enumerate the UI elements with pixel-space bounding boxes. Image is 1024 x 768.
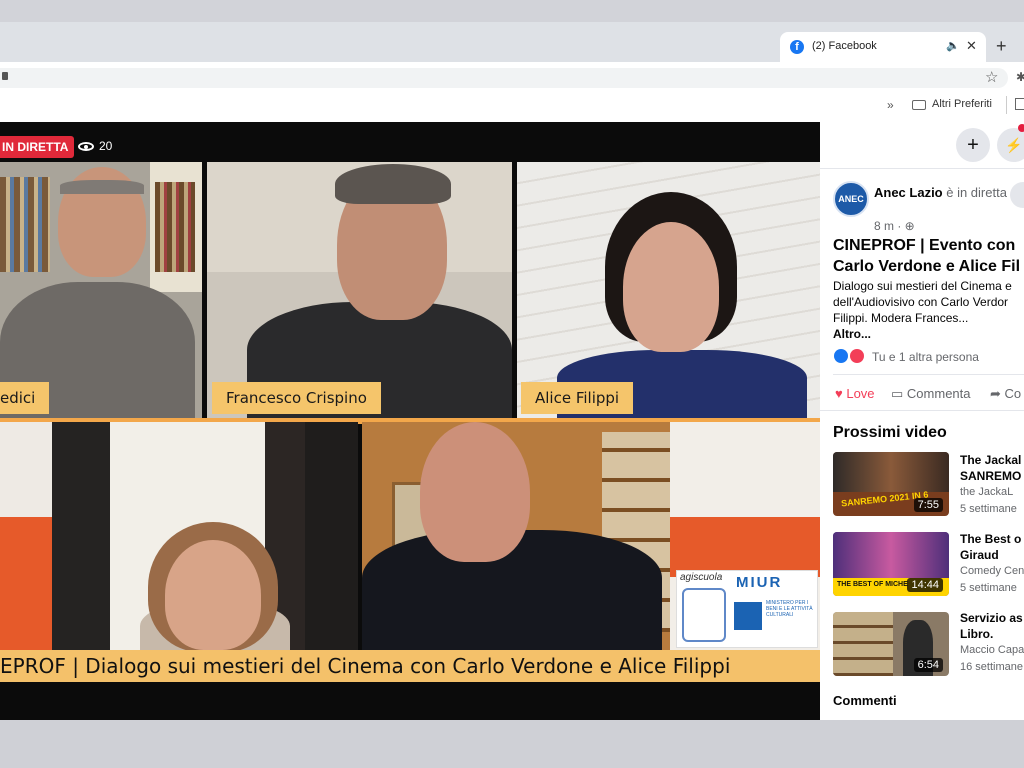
lock-icon[interactable] bbox=[2, 72, 8, 80]
tab-title: (2) Facebook bbox=[812, 40, 877, 52]
bookmarks-bar bbox=[0, 92, 1024, 123]
close-tab-icon[interactable]: ✕ bbox=[966, 38, 977, 54]
miur-logo: MIUR bbox=[736, 574, 783, 591]
agiscuola-logo: agiscuola bbox=[680, 572, 723, 583]
thumbnail-caption: THE BEST OF MICHE bbox=[837, 581, 908, 588]
messenger-icon[interactable]: ⚡ bbox=[997, 128, 1024, 162]
post-author[interactable]: Anec Lazio è in diretta ora. bbox=[874, 185, 1024, 201]
mibact-logo bbox=[734, 602, 762, 630]
reading-list-icon[interactable] bbox=[1015, 98, 1024, 110]
facebook-icon: f bbox=[790, 40, 804, 54]
post-time-label: 8 m · bbox=[874, 219, 905, 233]
share-button[interactable]: ➦ Co bbox=[990, 386, 1021, 402]
bookmarks-overflow-chevron[interactable]: » bbox=[887, 98, 894, 112]
post-description-line-2: dell'Audiovisivo con Carlo Verdor bbox=[833, 295, 1009, 309]
viewer-count: 20 bbox=[99, 139, 113, 153]
share-icon: ➦ bbox=[990, 386, 1001, 401]
video-channel-1[interactable]: the JackaL bbox=[960, 486, 1013, 498]
post-description-line-3: Filippi. Modera Frances... bbox=[833, 311, 969, 325]
video-title-3-line-1[interactable]: Servizio as bbox=[960, 611, 1023, 625]
participant-tile-4 bbox=[0, 422, 358, 650]
stream-caption-banner: EPROF | Dialogo sui mestieri del Cinema … bbox=[0, 650, 820, 682]
video-duration: 14:44 bbox=[907, 578, 943, 592]
next-videos-heading: Prossimi video bbox=[833, 424, 947, 441]
participant-tile-3 bbox=[517, 162, 820, 418]
speaker-icon[interactable]: 🔈 bbox=[946, 39, 960, 52]
url-input[interactable] bbox=[0, 68, 1008, 88]
video-thumbnail-1[interactable]: SANREMO 2021 IN 6 7:55 bbox=[833, 452, 949, 516]
love-label: Love bbox=[846, 386, 875, 401]
comments-heading: Commenti bbox=[833, 693, 897, 708]
post-title-line-1: CINEPROF | Evento con bbox=[833, 237, 1016, 254]
page-name[interactable]: Anec Lazio bbox=[874, 185, 943, 200]
video-title-2-line-2[interactable]: Giraud bbox=[960, 548, 999, 562]
participant-tile-1 bbox=[0, 162, 202, 418]
participant-name-3: Alice Filippi bbox=[521, 382, 634, 414]
like-reaction-icon bbox=[834, 349, 848, 363]
puzzle-logo bbox=[682, 588, 726, 642]
share-label: Co bbox=[1004, 386, 1022, 401]
comment-label: Commenta bbox=[906, 386, 971, 401]
comment-icon: ▭ bbox=[891, 386, 904, 401]
comment-button[interactable]: ▭ Commenta bbox=[891, 386, 971, 402]
video-title-3-line-2[interactable]: Libro. bbox=[960, 627, 993, 641]
heart-icon: ♥ bbox=[835, 386, 843, 401]
video-thumbnail-3[interactable]: 6:54 bbox=[833, 612, 949, 676]
video-age-2: 5 settimane bbox=[960, 582, 1017, 594]
participant-name-2: Francesco Crispino bbox=[212, 382, 381, 414]
bookmarks-divider bbox=[1006, 96, 1007, 114]
video-age-1: 5 settimane bbox=[960, 503, 1017, 515]
notification-badge bbox=[1018, 124, 1024, 132]
bookmark-star-icon[interactable]: ☆ bbox=[985, 68, 998, 86]
post-description-line-1: Dialogo sui mestieri del Cinema e bbox=[833, 279, 1012, 293]
live-badge: IN DIRETTA bbox=[0, 136, 75, 158]
reaction-summary[interactable]: Tu e 1 altra persona bbox=[872, 350, 979, 364]
video-title-1-line-1[interactable]: The Jackal bbox=[960, 453, 1021, 467]
see-more-link[interactable]: Altro... bbox=[833, 327, 871, 341]
video-channel-3[interactable]: Maccio Capa bbox=[960, 644, 1024, 656]
video-thumbnail-2[interactable]: THE BEST OF MICHE 14:44 bbox=[833, 532, 949, 596]
participant-tile-2 bbox=[207, 162, 512, 418]
love-reaction-icon bbox=[850, 349, 864, 363]
video-age-3: 16 settimane bbox=[960, 661, 1023, 673]
live-video-player[interactable]: agiscuola MIUR MINISTERO PER I BENI E LE… bbox=[0, 122, 820, 720]
post-title-line-2: Carlo Verdone e Alice Fil bbox=[833, 258, 1021, 275]
browser-tab-facebook[interactable]: f (2) Facebook 🔈 ✕ bbox=[780, 32, 986, 62]
participant-tile-5 bbox=[362, 422, 670, 650]
participant-name-1: edici bbox=[0, 382, 50, 414]
eye-icon bbox=[78, 142, 94, 151]
extensions-icon[interactable]: ✱ bbox=[1016, 70, 1024, 84]
video-channel-2[interactable]: Comedy Cen bbox=[960, 565, 1024, 577]
add-icon[interactable]: + bbox=[956, 128, 990, 162]
video-duration: 6:54 bbox=[913, 658, 943, 672]
desktop-background bbox=[0, 720, 1024, 768]
ministry-logo-text: MINISTERO PER I BENI E LE ATTIVITÀ CULTU… bbox=[766, 600, 813, 618]
page-avatar-anec-lazio[interactable]: ANEC bbox=[833, 181, 869, 217]
folder-icon bbox=[912, 100, 926, 110]
video-title-1-line-2[interactable]: SANREMO bbox=[960, 469, 1021, 483]
new-tab-button[interactable]: + bbox=[996, 36, 1007, 57]
video-duration: 7:55 bbox=[913, 498, 943, 512]
love-button[interactable]: ♥ Love bbox=[835, 386, 875, 401]
sponsor-logo-tile: agiscuola MIUR MINISTERO PER I BENI E LE… bbox=[670, 422, 820, 650]
video-title-2-line-1[interactable]: The Best o bbox=[960, 532, 1021, 546]
bookmark-folder-altri-preferiti[interactable]: Altri Preferiti bbox=[932, 98, 992, 110]
post-time: 8 m · ⊕ bbox=[874, 219, 915, 233]
globe-icon: ⊕ bbox=[904, 219, 915, 233]
window-titlebar bbox=[0, 0, 1024, 22]
